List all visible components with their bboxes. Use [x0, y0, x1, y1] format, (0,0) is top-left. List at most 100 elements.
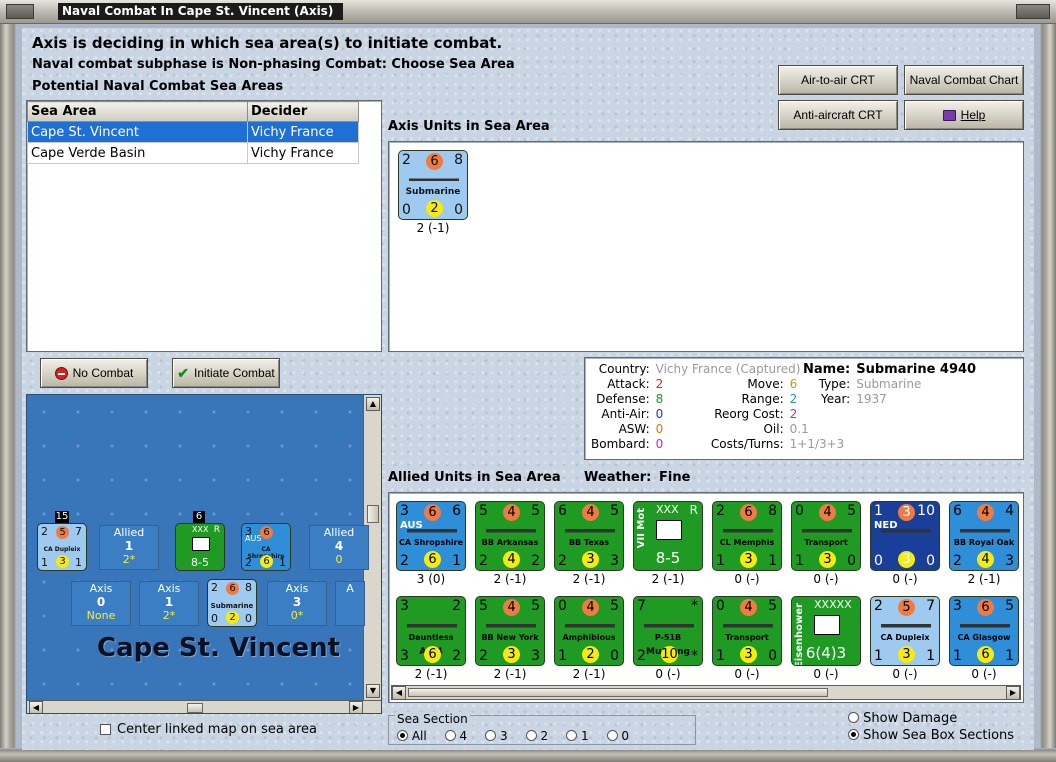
- box-sub: None: [86, 609, 116, 622]
- radio-label: 2: [540, 729, 549, 743]
- ship-icon: [486, 525, 536, 535]
- scroll-left-icon[interactable]: ◀: [29, 701, 43, 713]
- unit-attack: 2: [874, 598, 883, 614]
- help-button[interactable]: Help: [904, 100, 1024, 130]
- radio-icon[interactable]: [444, 730, 456, 741]
- radio-icon[interactable]: [848, 712, 859, 723]
- center-map-checkbox[interactable]: Center linked map on sea area: [100, 722, 317, 737]
- allied-unit-counter[interactable]: 2 5 7 CA Dupleix 1 3 1: [870, 596, 940, 666]
- map-unit-ca-dupleix[interactable]: 2 5 7 CA Dupleix 1 3 1: [37, 523, 87, 571]
- box-label: Axis: [157, 582, 181, 595]
- reorg-label: Reorg Cost:: [714, 407, 784, 421]
- costs-value: 1+1/3+3: [789, 437, 845, 451]
- window-controls-icon[interactable]: [1016, 4, 1050, 19]
- allied-unit-counter[interactable]: 0 4 5 Amphibious 1 2 0: [554, 596, 624, 666]
- unit-bombard: 3: [1005, 553, 1014, 569]
- initiate-combat-button[interactable]: ✔ Initiate Combat: [172, 358, 280, 388]
- map-unit-ca-shropshire[interactable]: AUS 3 6 CA Shropshire 2 6 1: [241, 523, 291, 571]
- box-value: 1: [124, 539, 134, 553]
- axis-box-1[interactable]: Axis 1 2*: [139, 581, 199, 626]
- map-horizontal-scrollbar[interactable]: ◀ ▶: [27, 700, 381, 713]
- unit-defense: 4: [582, 504, 599, 521]
- axis-box-clipped[interactable]: A: [335, 581, 365, 626]
- allied-unit-counter[interactable]: 32DauntlessA-24362: [396, 596, 466, 666]
- allied-unit-counter[interactable]: 0 4 5 Transport 1 3 0: [712, 596, 782, 666]
- no-combat-button[interactable]: No Combat: [40, 358, 148, 388]
- radio-1[interactable]: 1: [566, 729, 589, 743]
- allied-unit-counter[interactable]: 366AUSCA Shropshire261: [396, 501, 466, 571]
- decider-cell[interactable]: Vichy France: [247, 142, 359, 164]
- unit-name: P-51B: [654, 633, 682, 642]
- radio-icon[interactable]: [485, 730, 497, 741]
- decider-cell[interactable]: Vichy France: [247, 121, 359, 143]
- allied-unit-status: 2 (-1): [493, 572, 527, 586]
- allied-box-2[interactable]: Allied 4 0: [309, 525, 369, 570]
- box-value: 1: [164, 595, 174, 609]
- unit-attack: 0: [795, 503, 804, 519]
- allied-unit-counter[interactable]: 7*P-51BMustang210*: [633, 596, 703, 666]
- axis-unit-counter[interactable]: 2 6 8 Submarine 0 2 0: [398, 150, 468, 220]
- scroll-up-icon[interactable]: ▲: [366, 397, 380, 411]
- range-label: Range:: [741, 392, 784, 406]
- checkbox-icon[interactable]: [100, 724, 111, 735]
- allied-unit-counter[interactable]: 5 4 5 BB Arkansas 2 4 2: [475, 501, 545, 571]
- ship-icon: [881, 525, 931, 535]
- radio-icon[interactable]: [606, 730, 618, 741]
- unit-antiair: 2: [953, 553, 962, 569]
- column-header-sea-area[interactable]: Sea Area: [27, 101, 248, 122]
- radio-all[interactable]: All: [397, 729, 427, 743]
- anti-aircraft-crt-button[interactable]: Anti-aircraft CRT: [778, 100, 898, 130]
- scroll-right-icon[interactable]: ▶: [349, 701, 363, 713]
- allied-unit-counter[interactable]: 6 4 5 BB Texas 2 3 3: [554, 501, 624, 571]
- sea-map[interactable]: ▲ ▼ ◀ ▶ 15 6 2 5 7 CA Dupleix 1 3 1 Alli…: [26, 394, 382, 714]
- column-header-decider[interactable]: Decider: [247, 101, 359, 122]
- map-vscroll-thumb[interactable]: [367, 505, 379, 523]
- unit-defense: 3: [898, 504, 915, 521]
- allied-unit-counter[interactable]: 2 6 8 CL Memphis 1 3 1: [712, 501, 782, 571]
- radio-icon[interactable]: [397, 730, 408, 741]
- radio-label: 1: [580, 729, 589, 743]
- show-sea-box-option[interactable]: Show Sea Box Sections: [848, 728, 1014, 743]
- unit-bombard: 1: [452, 553, 461, 569]
- allied-unit-counter[interactable]: 0 4 5 Transport 1 3 0: [791, 501, 861, 571]
- show-damage-option[interactable]: Show Damage: [848, 711, 957, 726]
- unit-defense: 6: [226, 582, 239, 595]
- unit-bombard: 2: [452, 648, 461, 664]
- sea-area-cell[interactable]: Cape St. Vincent: [27, 121, 248, 143]
- air-to-air-crt-button[interactable]: Air-to-air CRT: [778, 65, 898, 95]
- allied-unit-counter[interactable]: 1310NED030: [870, 501, 940, 571]
- radio-3[interactable]: 3: [485, 729, 508, 743]
- scroll-down-icon[interactable]: ▼: [366, 684, 380, 698]
- table-row[interactable]: Cape Verde Basin Vichy France: [27, 142, 359, 164]
- map-hscroll-thumb[interactable]: [187, 703, 203, 713]
- radio-icon[interactable]: [566, 730, 578, 741]
- unit-defense: 4: [819, 504, 836, 521]
- unit-name: CL Memphis: [719, 538, 775, 547]
- ship-icon: [565, 525, 615, 535]
- allied-horizontal-scrollbar[interactable]: ◀ ▶: [391, 685, 1021, 700]
- allied-unit-counter[interactable]: 5 4 5 BB New York 2 3 3: [475, 596, 545, 666]
- allied-scroll-thumb[interactable]: [408, 688, 828, 697]
- radio-4[interactable]: 4: [444, 729, 467, 743]
- allied-box-1[interactable]: Allied 1 2*: [99, 525, 159, 570]
- allied-unit-counter[interactable]: 6 4 4 BB Royal Oak 2 4 3: [949, 501, 1019, 571]
- map-unit-vii-mot[interactable]: XXX R 8-5: [175, 523, 225, 571]
- axis-box-3[interactable]: Axis 3 0*: [267, 581, 327, 626]
- title-bar[interactable]: Naval Combat In Cape St. Vincent (Axis): [0, 0, 1056, 24]
- map-unit-submarine[interactable]: 2 6 8 Submarine 0 2 0: [207, 579, 257, 627]
- scroll-left-icon[interactable]: ◀: [392, 686, 406, 700]
- radio-icon[interactable]: [848, 729, 859, 740]
- unit-bombard: 0: [847, 553, 856, 569]
- allied-unit-counter[interactable]: 3 6 5 CA Glasgow 1 6 1: [949, 596, 1019, 666]
- scroll-right-icon[interactable]: ▶: [1006, 686, 1020, 700]
- naval-combat-chart-button[interactable]: Naval Combat Chart: [904, 65, 1024, 95]
- window-menu-icon[interactable]: [6, 4, 34, 19]
- radio-2[interactable]: 2: [525, 729, 549, 743]
- sea-area-cell[interactable]: Cape Verde Basin: [27, 142, 248, 164]
- axis-box-0[interactable]: Axis 0 None: [71, 581, 131, 626]
- allied-unit-counter[interactable]: XXX R VII Mot 8-5: [633, 501, 703, 571]
- table-row[interactable]: Cape St. Vincent Vichy France: [27, 121, 359, 143]
- radio-0[interactable]: 0: [606, 729, 629, 743]
- radio-icon[interactable]: [525, 730, 537, 741]
- allied-unit-counter[interactable]: XXXXX Eisenhower 6(4)3: [791, 596, 861, 666]
